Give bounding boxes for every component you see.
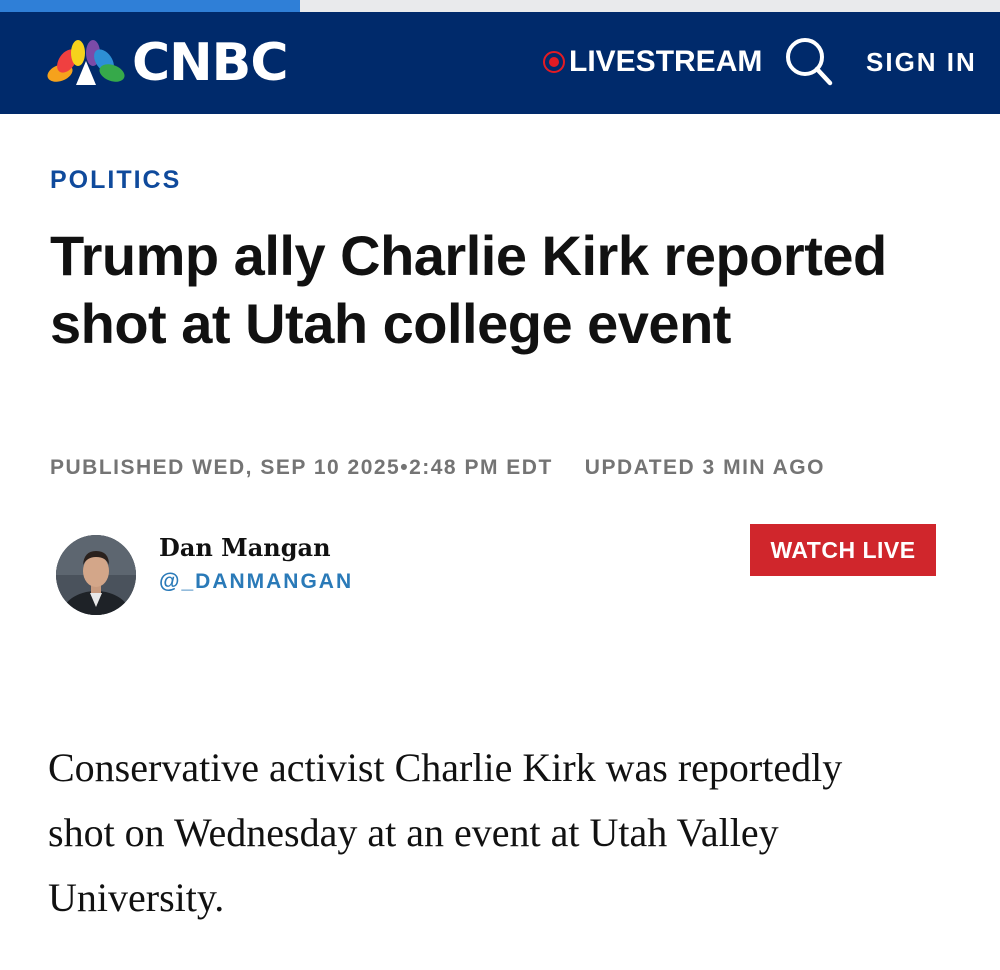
cnbc-logo[interactable]: CNBC (46, 33, 288, 93)
watch-live-button[interactable]: WATCH LIVE (750, 524, 936, 576)
updated-time: UPDATED 3 MIN AGO (584, 456, 825, 479)
article-meta: PUBLISHED WED, SEP 10 2025•2:48 PM EDT U… (50, 456, 825, 480)
author-photo (56, 535, 136, 615)
livestream-link[interactable]: LIVESTREAM (543, 45, 763, 78)
article-body: Conservative activist Charlie Kirk was r… (48, 745, 843, 920)
livestream-label: LIVESTREAM (569, 45, 763, 78)
logo-wordmark: CNBC (132, 33, 288, 93)
article-category[interactable]: POLITICS (50, 166, 181, 195)
page-load-progress (0, 0, 1000, 12)
author-avatar[interactable] (56, 535, 136, 615)
article-headline: Trump ally Charlie Kirk reported shot at… (50, 224, 887, 355)
author-handle[interactable]: @_DANMANGAN (159, 570, 353, 594)
peacock-logo-icon (47, 40, 125, 85)
site-header: CNBC LIVESTREAM SIGN IN (0, 12, 1000, 114)
published-time: PUBLISHED WED, SEP 10 2025•2:48 PM EDT (50, 456, 553, 479)
live-indicator-icon (543, 51, 565, 73)
author-name[interactable]: Dan Mangan (159, 533, 331, 562)
page-load-progress-fill (0, 0, 300, 12)
search-icon[interactable] (784, 36, 834, 88)
sign-in-button[interactable]: SIGN IN (866, 47, 977, 78)
